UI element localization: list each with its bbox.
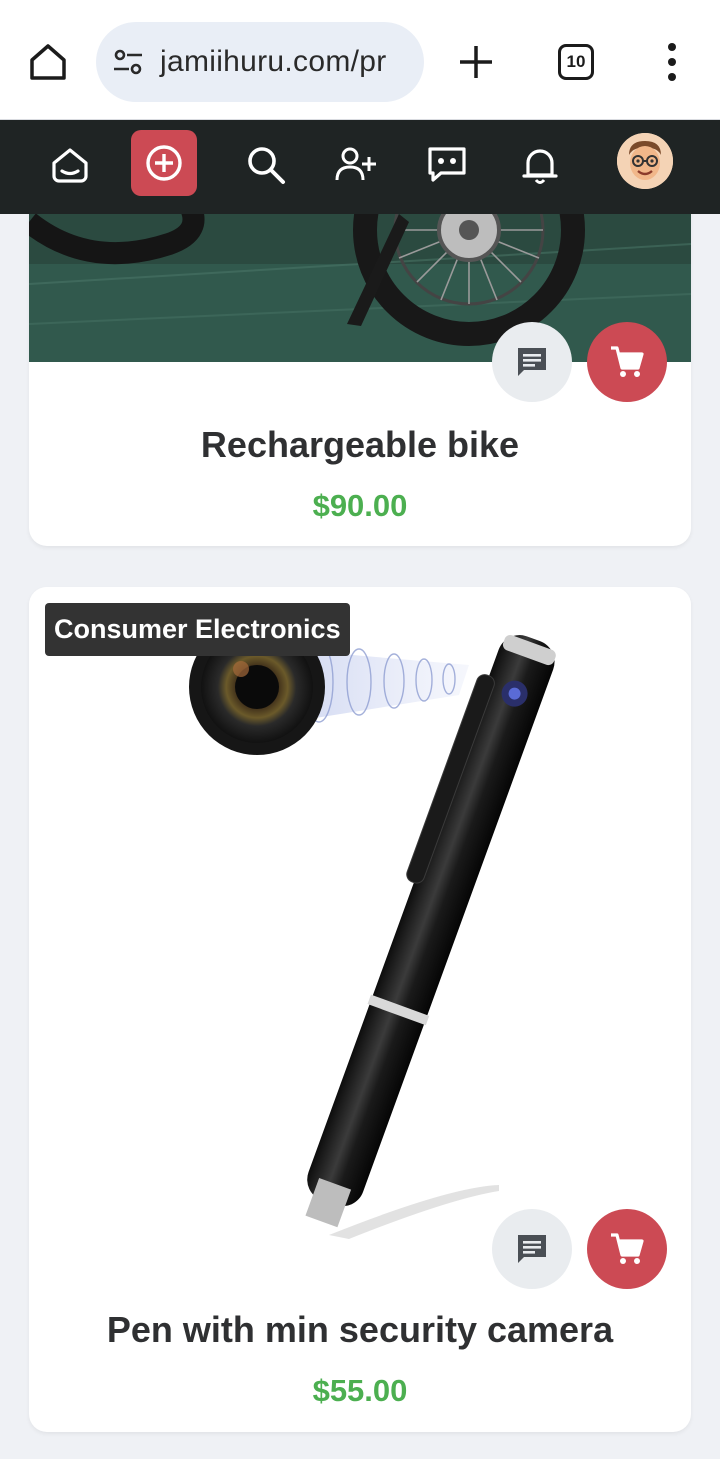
product-price: $55.00	[312, 1373, 408, 1408]
search-icon[interactable]	[243, 142, 289, 188]
home-icon[interactable]	[26, 40, 70, 84]
pen-camera-photo-icon	[189, 619, 556, 1239]
add-to-cart-button[interactable]	[587, 1209, 667, 1289]
product-title[interactable]: Rechargeable bike	[29, 424, 691, 466]
url-text[interactable]: jamiihuru.com/pr	[160, 45, 387, 79]
chat-icon	[518, 348, 546, 376]
tab-switcher-button[interactable]: 10	[558, 44, 594, 80]
new-tab-icon[interactable]	[456, 42, 496, 82]
cart-icon	[611, 346, 644, 377]
chat-icon	[518, 1235, 546, 1263]
cart-icon	[611, 1233, 644, 1264]
add-circle-icon	[146, 145, 182, 181]
product-image[interactable]	[29, 214, 691, 362]
notifications-icon[interactable]	[517, 142, 563, 188]
category-badge[interactable]: Consumer Electronics	[45, 603, 350, 656]
product-card[interactable]: Rechargeable bike $90.00	[29, 214, 691, 546]
app-navbar	[0, 120, 720, 214]
more-options-icon[interactable]	[656, 40, 688, 84]
browser-toolbar: jamiihuru.com/pr 10	[0, 0, 720, 120]
tab-count: 10	[566, 52, 586, 71]
messages-icon[interactable]	[424, 142, 470, 188]
product-card[interactable]: Consumer Electronics Pen with min securi…	[29, 587, 691, 1432]
site-settings-icon[interactable]	[112, 46, 144, 78]
avatar[interactable]	[617, 133, 673, 189]
bike-photo-icon	[29, 214, 691, 362]
product-price: $90.00	[312, 488, 408, 523]
chat-button[interactable]	[492, 1209, 572, 1289]
chat-button[interactable]	[492, 322, 572, 402]
add-to-cart-button[interactable]	[587, 322, 667, 402]
add-friend-icon[interactable]	[332, 142, 378, 188]
product-title[interactable]: Pen with min security camera	[29, 1309, 691, 1351]
home-icon[interactable]	[47, 142, 93, 188]
address-bar[interactable]: jamiihuru.com/pr	[96, 22, 424, 102]
add-post-button[interactable]	[131, 130, 197, 196]
product-feed: Rechargeable bike $90.00 Consumer Electr…	[0, 214, 720, 1459]
memoji-avatar-icon	[617, 133, 673, 189]
product-image[interactable]	[29, 587, 691, 1247]
